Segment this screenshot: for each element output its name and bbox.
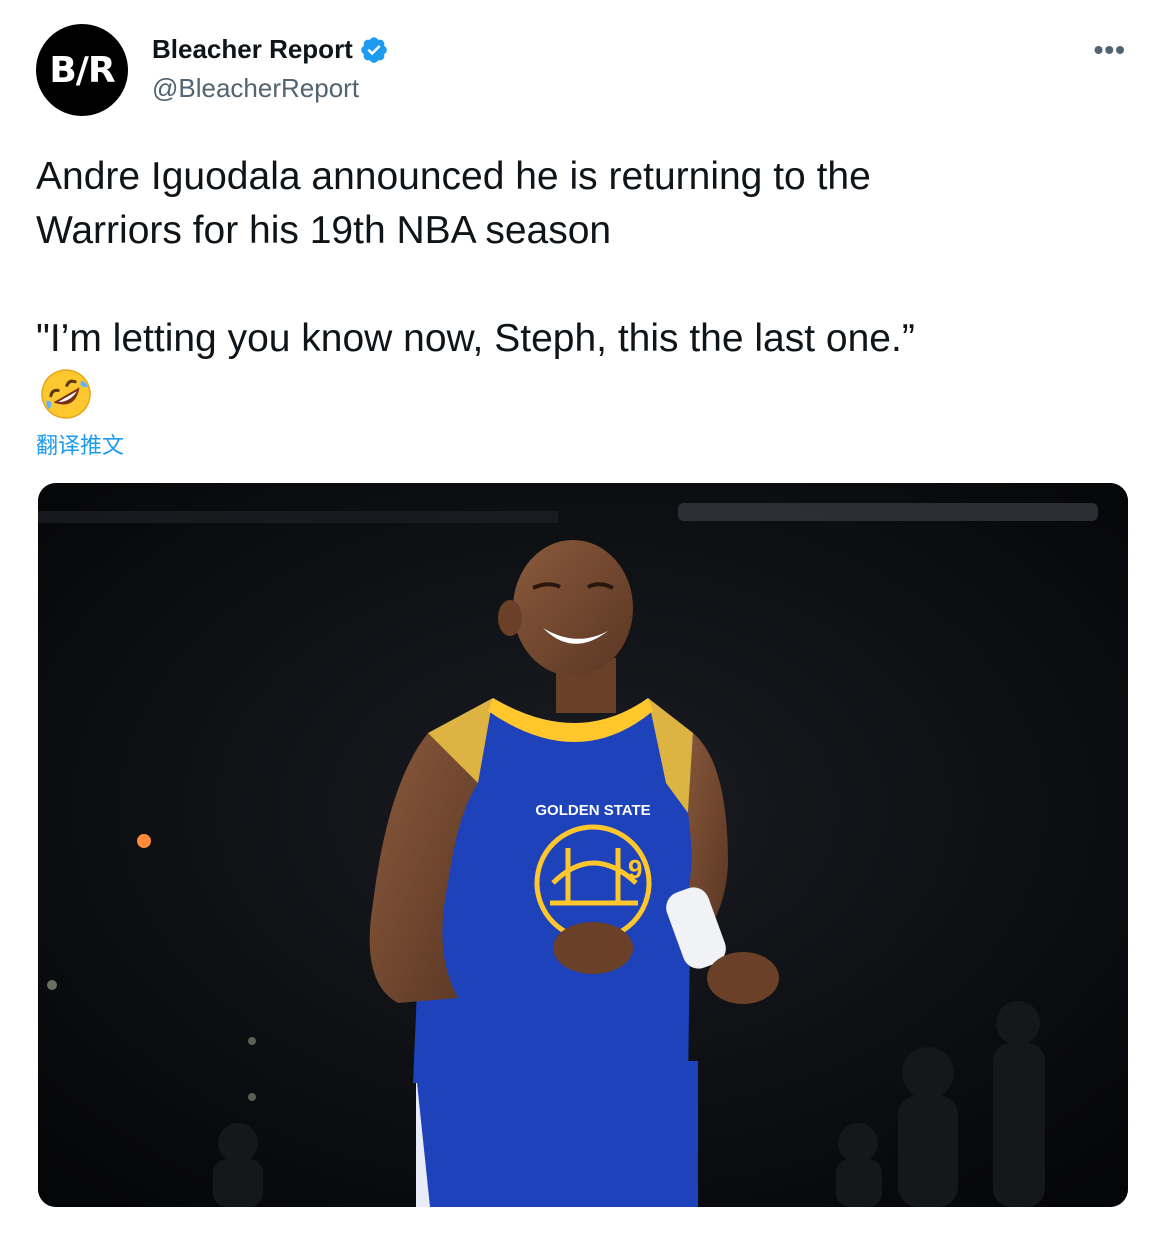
handle[interactable]: @BleacherReport — [152, 73, 389, 104]
jersey-text: GOLDEN STATE — [535, 802, 650, 819]
tweet-header: B/R Bleacher Report @BleacherReport ••• — [36, 24, 1126, 120]
jersey-number: 9 — [628, 854, 642, 884]
account-names: Bleacher Report @BleacherReport — [152, 34, 389, 104]
avatar-logo-text: B/R — [49, 49, 115, 91]
more-options-icon[interactable]: ••• — [1094, 34, 1126, 66]
tweet-media-photo[interactable]: 9 GOLDEN STATE — [38, 483, 1128, 1207]
display-name[interactable]: Bleacher Report — [152, 34, 353, 65]
player-photo: 9 GOLDEN STATE — [38, 483, 1128, 1207]
tweet-text-line: Andre Iguodala announced he is returning… — [36, 155, 871, 198]
tweet-text-line: Warriors for his 19th NBA season — [36, 209, 612, 252]
tweet-text: Andre Iguodala announced he is returning… — [36, 150, 1116, 366]
avatar[interactable]: B/R — [36, 24, 128, 116]
tweet-card: B/R Bleacher Report @BleacherReport ••• … — [0, 0, 1160, 1234]
rolling-laughing-emoji-icon — [41, 369, 91, 419]
tweet-quote: "I’m letting you know now, Steph, this t… — [36, 317, 915, 360]
translate-tweet-link[interactable]: 翻译推文 — [36, 428, 124, 460]
verified-badge-icon — [361, 36, 387, 63]
